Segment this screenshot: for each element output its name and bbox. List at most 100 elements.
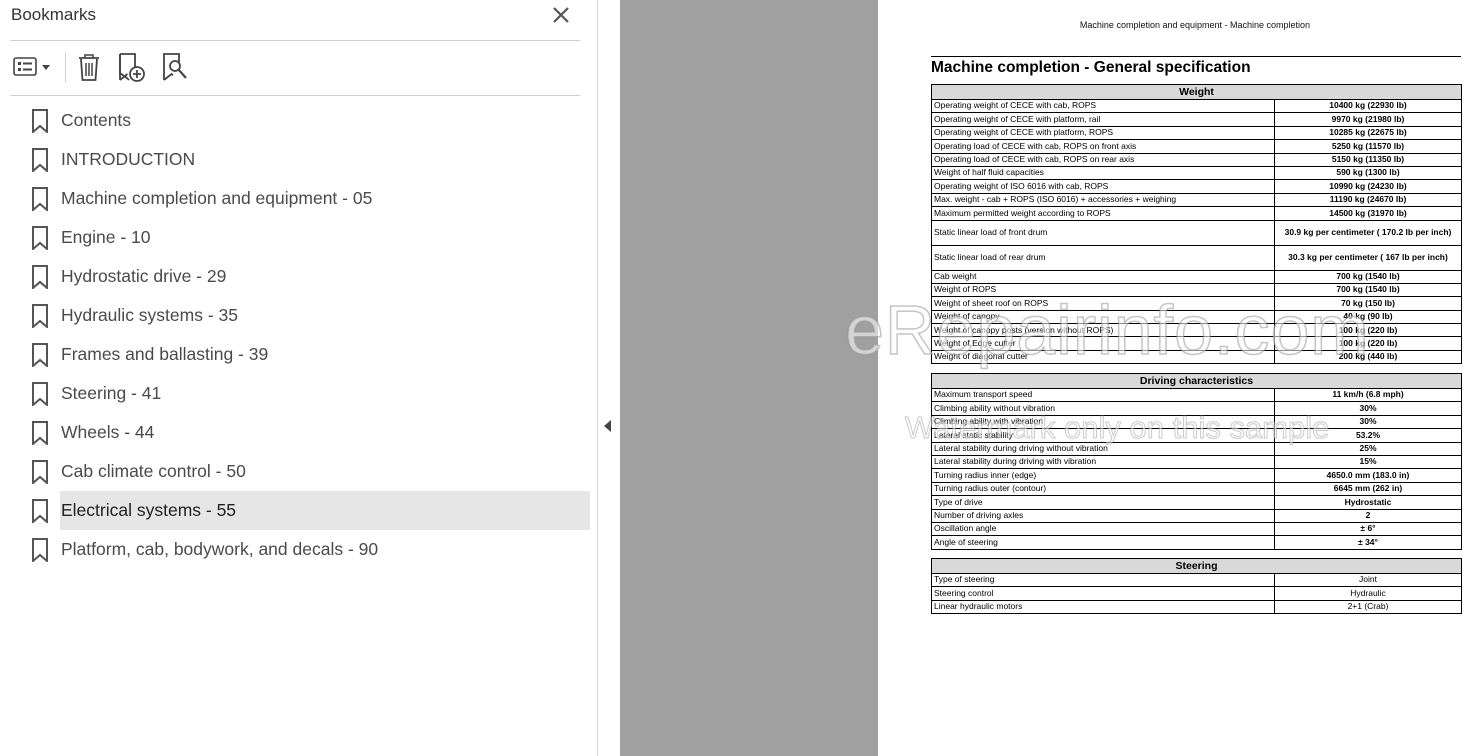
bookmark-item[interactable]: Hydrostatic drive - 29 <box>16 257 590 296</box>
spec-label: Lateral static stability <box>931 428 1275 443</box>
spec-value: 11190 kg (24670 lb) <box>1274 192 1462 208</box>
trash-icon <box>79 54 99 81</box>
spec-value: Hydrostatic <box>1274 495 1462 510</box>
spec-label: Steering control <box>931 586 1275 601</box>
bookmark-label: Machine completion and equipment - 05 <box>61 188 373 208</box>
bookmark-icon <box>18 452 62 491</box>
spec-label: Lateral stability during driving with vi… <box>931 454 1275 470</box>
spec-label: Number of driving axles <box>931 508 1275 523</box>
spec-value: 10400 kg (22930 lb) <box>1274 98 1462 114</box>
bookmark-item[interactable]: Hydraulic systems - 35 <box>16 296 590 335</box>
spec-value: 25% <box>1274 441 1462 456</box>
bookmark-item[interactable]: Wheels - 44 <box>16 413 590 452</box>
bookmark-item[interactable]: INTRODUCTION <box>16 140 590 179</box>
weight-table: Weight Operating weight of CECE with cab… <box>931 84 1462 365</box>
spec-label: Type of steering <box>931 572 1275 588</box>
table-row: Linear hydraulic motors 2+1 (Crab) <box>931 599 1463 615</box>
spec-label: Turning radius outer (contour) <box>931 481 1275 497</box>
delete-bookmark-button[interactable] <box>74 50 104 84</box>
spec-label: Operating weight of CECE with platform, … <box>931 125 1275 141</box>
table-row: Operating load of CECE with cab, ROPS on… <box>931 152 1462 167</box>
spec-value: 700 kg (1540 lb) <box>1274 269 1462 284</box>
bookmark-label: Wheels - 44 <box>61 422 155 442</box>
spec-value: 9970 kg (21980 lb) <box>1274 112 1462 127</box>
table-row: Weight of canopy 40 kg (90 lb) <box>931 309 1462 325</box>
close-panel-button[interactable] <box>549 3 573 27</box>
options-menu-button[interactable] <box>10 50 54 84</box>
bookmark-icon <box>18 413 62 452</box>
spec-label: Operating weight of ISO 6016 with cab, R… <box>931 179 1275 194</box>
table-row: Maximum transport speed 11 km/h (6.8 mph) <box>931 387 1462 403</box>
table-row: Type of drive Hydrostatic <box>931 495 1462 510</box>
bookmark-label: Electrical systems - 55 <box>61 500 237 520</box>
spec-value: 10990 kg (24230 lb) <box>1274 179 1462 194</box>
bookmark-item[interactable]: Cab climate control - 50 <box>16 452 590 491</box>
table-row: Weight of canopy posts (version without … <box>931 323 1462 338</box>
find-bookmark-button[interactable] <box>158 50 192 84</box>
spec-value: 100 kg (220 lb) <box>1274 336 1462 351</box>
bookmark-icon <box>18 374 62 413</box>
table-row: Operating weight of CECE with platform, … <box>931 125 1462 141</box>
bookmark-icon <box>18 218 62 257</box>
table-row: Oscillation angle ± 6° <box>931 521 1462 537</box>
spec-value: Hydraulic <box>1273 586 1463 601</box>
bookmark-icon <box>18 530 62 569</box>
new-bookmark-button[interactable] <box>114 50 148 84</box>
spec-label: Turning radius inner (edge) <box>931 468 1275 483</box>
spec-label: Lateral stability during driving without… <box>931 441 1275 456</box>
table-row: Turning radius inner (edge) 4650.0 mm (18… <box>931 468 1462 483</box>
spec-value: ± 6° <box>1274 521 1462 537</box>
bookmark-icon <box>18 491 62 530</box>
spec-label: Weight of sheet roof on ROPS <box>931 296 1275 311</box>
spec-value: 53.2% <box>1274 428 1462 443</box>
table-row: Maximum permitted weight according to RO… <box>931 206 1462 221</box>
table-heading: Weight <box>931 84 1462 100</box>
bookmarks-toolbar <box>10 48 580 88</box>
table-row: Climbing ability without vibration 30% <box>931 401 1462 416</box>
document-page: Machine completion and equipment - Machi… <box>878 0 1479 756</box>
bookmark-item[interactable]: Engine - 10 <box>16 218 590 257</box>
viewer-background <box>620 0 878 756</box>
bookmark-label: Platform, cab, bodywork, and decals - 90 <box>61 539 379 559</box>
spec-label: Max. weight - cab + ROPS (ISO 6016) + ac… <box>931 192 1275 208</box>
triangle-left-icon <box>604 420 611 432</box>
spec-value: 30% <box>1274 401 1462 416</box>
table-row: Number of driving axles 2 <box>931 508 1462 523</box>
bookmark-label: Steering - 41 <box>61 383 162 403</box>
page-header: Machine completion and equipment - Machi… <box>1079 20 1311 30</box>
document-title: Machine completion - General specificati… <box>931 59 1251 76</box>
bookmark-item[interactable]: Contents <box>16 101 590 140</box>
spec-value: Joint <box>1273 572 1463 588</box>
spec-label: Weight of half fluid capacities <box>931 165 1275 181</box>
spec-label: Static linear load of rear drum <box>931 244 1275 271</box>
bookmark-label: Hydraulic systems - 35 <box>61 305 238 325</box>
close-icon <box>553 7 569 23</box>
table-row: Operating weight of CECE with cab, ROPS 1… <box>931 98 1462 114</box>
spec-label: Oscillation angle <box>931 521 1275 537</box>
table-row: Weight of Edge cutter 100 kg (220 lb) <box>931 336 1462 351</box>
collapse-panel-handle[interactable] <box>600 416 616 436</box>
bookmark-icon <box>18 179 62 218</box>
spec-label: Operating load of CECE with cab, ROPS on… <box>931 139 1275 154</box>
bookmark-item[interactable]: Frames and ballasting - 39 <box>16 335 590 374</box>
bookmark-item[interactable]: Electrical systems - 55 <box>16 491 590 530</box>
spec-value: 100 kg (220 lb) <box>1274 323 1462 338</box>
spec-label: Weight of canopy posts (version without … <box>931 323 1275 338</box>
spec-value: 11 km/h (6.8 mph) <box>1274 387 1462 403</box>
bookmark-item[interactable]: Machine completion and equipment - 05 <box>16 179 590 218</box>
spec-label: Linear hydraulic motors <box>931 599 1275 615</box>
spec-value: ± 34° <box>1274 535 1462 550</box>
bookmark-label: Cab climate control - 50 <box>61 461 246 481</box>
spec-label: Weight of canopy <box>931 309 1275 325</box>
bookmark-list: Contents INTRODUCTION Machine completion… <box>16 101 590 569</box>
bookmark-item[interactable]: Platform, cab, bodywork, and decals - 90 <box>16 530 590 569</box>
table-row: Weight of sheet roof on ROPS 70 kg (150 l… <box>931 296 1462 311</box>
bookmark-icon <box>18 101 62 140</box>
title-rule <box>931 56 1461 57</box>
table-row: Weight of ROPS 700 kg (1540 lb) <box>931 282 1462 298</box>
spec-value: 40 kg (90 lb) <box>1274 309 1462 325</box>
bookmarks-panel: Bookmarks Contents INTRODUCTION Machine … <box>0 0 598 756</box>
table-row: Turning radius outer (contour) 6645 mm (2… <box>931 481 1462 497</box>
bookmark-item[interactable]: Steering - 41 <box>16 374 590 413</box>
table-row: Static linear load of rear drum 30.3 kg p… <box>931 244 1462 271</box>
